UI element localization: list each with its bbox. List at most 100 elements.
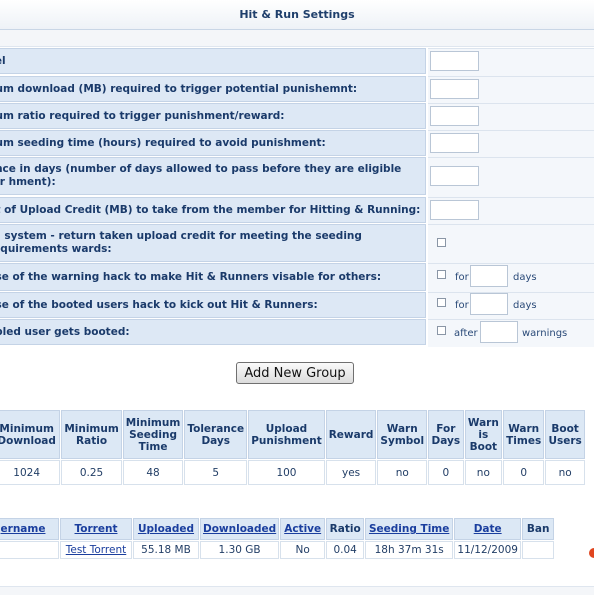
table-cell: 0 — [428, 460, 464, 485]
min-download-input[interactable] — [430, 79, 479, 99]
setting-row-warning-hack: use of the warning hack to make Hit & Ru… — [0, 263, 594, 292]
setting-row-level: vel — [0, 48, 594, 76]
active-cell: No — [280, 541, 326, 559]
setting-label: use of the warning hack to make Hit & Ru… — [0, 263, 426, 291]
torrent-cell: Test Torrent — [60, 541, 132, 559]
min-seed-time-input[interactable] — [430, 133, 479, 153]
table-row: Test Torrent 55.18 MB 1.30 GB No 0.04 18… — [0, 541, 555, 559]
after-label: after — [454, 328, 478, 339]
column-header: Tolerance Days — [184, 410, 248, 459]
add-new-group-button[interactable]: Add New Group — [236, 362, 354, 384]
warning-hack-checkbox[interactable] — [437, 270, 446, 279]
sort-username-link[interactable]: ername — [1, 523, 46, 535]
users-header-row: ername Torrent Uploaded Downloaded Activ… — [0, 518, 555, 540]
column-header: Warn is Boot — [464, 410, 503, 459]
sort-date-link[interactable]: Date — [474, 523, 502, 535]
date-cell: 11/12/2009 — [454, 541, 522, 559]
table-cell: no — [464, 460, 503, 485]
for-label: for — [455, 300, 469, 311]
table-cell: 1024 — [0, 460, 61, 485]
warnings-label: warnings — [522, 328, 568, 339]
setting-label: nt of Upload Credit (MB) to take from th… — [0, 197, 426, 223]
column-header: Upload Punishment — [248, 410, 325, 459]
column-header: Reward — [325, 410, 377, 459]
ban-cell — [522, 541, 555, 559]
column-header: Warn Times — [503, 410, 545, 459]
sort-active-link[interactable]: Active — [284, 523, 321, 535]
sort-active-header[interactable]: Active — [280, 518, 326, 540]
uploaded-cell: 55.18 MB — [133, 541, 199, 559]
hit-and-run-users-table: ername Torrent Uploaded Downloaded Activ… — [0, 517, 555, 560]
sort-date-header[interactable]: Date — [454, 518, 522, 540]
setting-label: ance in days (number of days allowed to … — [0, 157, 426, 195]
setting-row-tolerance: ance in days (number of days allowed to … — [0, 157, 594, 197]
table-cell: 0.25 — [61, 460, 122, 485]
setting-row-reward: rd system - return taken upload credit f… — [0, 224, 594, 263]
setting-cell — [428, 263, 594, 292]
sort-seeding-time-link[interactable]: Seeding Time — [369, 523, 449, 535]
disabled-boot-checkbox[interactable] — [437, 326, 446, 335]
sort-torrent-header[interactable]: Torrent — [60, 518, 132, 540]
sort-downloaded-header[interactable]: Downloaded — [200, 518, 280, 540]
warning-days-input[interactable] — [470, 265, 508, 287]
spacer-row — [0, 30, 594, 47]
upload-credit-input[interactable] — [430, 200, 479, 220]
table-cell: no — [545, 460, 585, 485]
setting-row-min-seed-time: num seeding time (hours) required to avo… — [0, 130, 594, 158]
reward-checkbox[interactable] — [437, 238, 446, 247]
days-label: days — [513, 272, 537, 283]
tolerance-input[interactable] — [430, 166, 479, 186]
sort-torrent-link[interactable]: Torrent — [75, 523, 118, 535]
min-ratio-input[interactable] — [430, 106, 479, 126]
username-cell — [0, 541, 59, 559]
setting-label: abled user gets booted: — [0, 319, 426, 345]
setting-label: num ratio required to trigger punishment… — [0, 103, 426, 129]
table-cell: yes — [325, 460, 377, 485]
level-input[interactable] — [430, 51, 479, 71]
page-title: Hit & Run Settings — [239, 8, 355, 21]
ban-header: Ban — [522, 518, 555, 540]
ratio-header: Ratio — [326, 518, 365, 540]
column-header: Minimum Ratio — [61, 410, 122, 459]
sort-downloaded-link[interactable]: Downloaded — [203, 523, 276, 535]
table-cell: no — [377, 460, 428, 485]
column-header: Minimum Download — [0, 410, 61, 459]
booted-hack-checkbox[interactable] — [437, 298, 446, 307]
groups-header-row: Minimum Download Minimum Ratio Minimum S… — [0, 410, 585, 459]
column-header: For Days — [428, 410, 464, 459]
booted-days-input[interactable] — [470, 293, 508, 315]
column-header: Warn Symbol — [377, 410, 428, 459]
setting-label: num download (MB) required to trigger po… — [0, 76, 426, 102]
setting-label: rd system - return taken upload credit f… — [0, 224, 426, 262]
table-cell: 0 — [503, 460, 545, 485]
groups-table: Minimum Download Minimum Ratio Minimum S… — [0, 409, 586, 486]
setting-label: use of the booted users hack to kick out… — [0, 292, 426, 318]
table-cell: 5 — [184, 460, 248, 485]
setting-label: num seeding time (hours) required to avo… — [0, 130, 426, 156]
setting-row-min-ratio: num ratio required to trigger punishment… — [0, 103, 594, 131]
sort-seeding-time-header[interactable]: Seeding Time — [365, 518, 454, 540]
table-cell: 48 — [122, 460, 184, 485]
setting-row-booted-hack: use of the booted users hack to kick out… — [0, 292, 594, 319]
sort-username-header[interactable]: ername — [0, 518, 59, 540]
ban-icon[interactable] — [589, 548, 594, 558]
column-header: Boot Users — [545, 410, 585, 459]
sort-uploaded-link[interactable]: Uploaded — [138, 523, 194, 535]
setting-row-upload-credit: nt of Upload Credit (MB) to take from th… — [0, 197, 594, 224]
days-label: days — [513, 300, 537, 311]
for-label: for — [455, 272, 469, 283]
seeding-time-cell: 18h 37m 31s — [365, 541, 454, 559]
setting-cell — [428, 224, 594, 263]
setting-row-disabled-boot: abled user gets booted: after warnings — [0, 319, 594, 347]
settings-title-bar: Hit & Run Settings — [0, 0, 594, 30]
ratio-cell: 0.04 — [326, 541, 365, 559]
sort-uploaded-header[interactable]: Uploaded — [133, 518, 199, 540]
warnings-count-input[interactable] — [480, 321, 518, 343]
setting-cell — [428, 292, 594, 319]
column-header: Minimum Seeding Time — [122, 410, 184, 459]
table-row: 1024 0.25 48 5 100 yes no 0 no 0 no — [0, 460, 585, 485]
downloaded-cell: 1.30 GB — [200, 541, 280, 559]
torrent-link[interactable]: Test Torrent — [66, 544, 127, 556]
setting-label: vel — [0, 48, 426, 74]
setting-row-min-download: num download (MB) required to trigger po… — [0, 76, 594, 104]
